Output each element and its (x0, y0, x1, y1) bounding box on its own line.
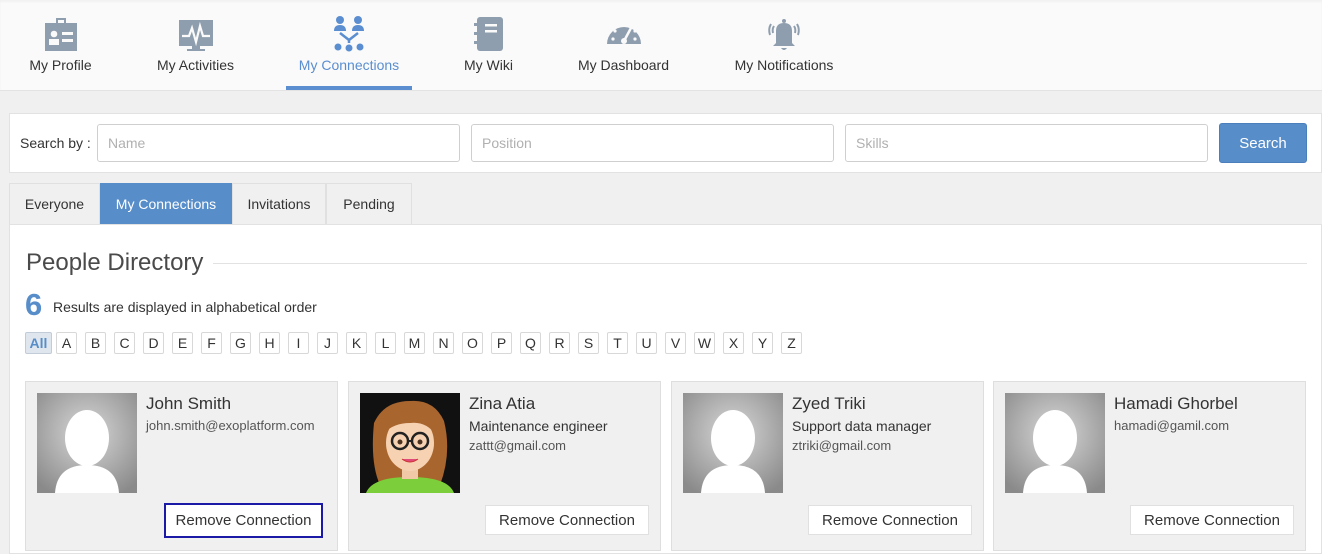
letter-filter-i[interactable]: I (288, 332, 309, 354)
bell-icon (768, 19, 800, 50)
remove-connection-button[interactable]: Remove Connection (808, 505, 972, 535)
person-email: john.smith@exoplatform.com (146, 418, 315, 433)
dashboard-gauge-icon (606, 23, 641, 44)
letter-filter-b[interactable]: B (85, 332, 106, 354)
person-card: Zyed Triki Support data manager ztriki@g… (671, 381, 984, 551)
default-avatar (37, 393, 137, 493)
letter-filter-a[interactable]: A (56, 332, 77, 354)
letter-filter-y[interactable]: Y (752, 332, 773, 354)
cartoon-woman-avatar (360, 393, 460, 493)
person-name[interactable]: Zina Atia (469, 394, 535, 414)
letter-filter-g[interactable]: G (230, 332, 251, 354)
activity-icon (178, 20, 213, 51)
title-divider (213, 263, 1307, 264)
letter-filter-e[interactable]: E (172, 332, 193, 354)
tab-my-connections[interactable]: My Connections (100, 183, 232, 224)
letter-filter-x[interactable]: X (723, 332, 744, 354)
search-by-label: Search by : (20, 135, 91, 151)
search-button[interactable]: Search (1219, 123, 1307, 163)
result-order-text: Results are displayed in alphabetical or… (53, 299, 317, 315)
nav-label: My Dashboard (577, 57, 670, 73)
letter-filter-all[interactable]: All (25, 332, 52, 354)
nav-label: My Activities (156, 57, 234, 73)
person-email: ztriki@gmail.com (792, 438, 892, 453)
letter-filter-k[interactable]: K (346, 332, 367, 354)
tab-everyone[interactable]: Everyone (9, 183, 100, 224)
top-navigation: My Profile My Activities My Connections (0, 0, 1322, 91)
letter-filter-s[interactable]: S (578, 332, 599, 354)
name-search-input[interactable] (97, 124, 460, 162)
remove-connection-button[interactable]: Remove Connection (164, 503, 323, 538)
nav-label: My Wiki (464, 57, 513, 73)
letter-filter-o[interactable]: O (462, 332, 483, 354)
letter-filter-z[interactable]: Z (781, 332, 802, 354)
nav-label: My Connections (298, 57, 400, 73)
letter-filter-v[interactable]: V (665, 332, 686, 354)
nav-my-dashboard[interactable]: My Dashboard (565, 0, 682, 90)
letter-filter-j[interactable]: J (317, 332, 338, 354)
remove-connection-button[interactable]: Remove Connection (1130, 505, 1294, 535)
nav-my-notifications[interactable]: My Notifications (723, 0, 845, 90)
letter-filter-l[interactable]: L (375, 332, 396, 354)
search-bar: Search by : Search (9, 113, 1322, 173)
letter-filter-f[interactable]: F (201, 332, 222, 354)
letter-filter-d[interactable]: D (143, 332, 164, 354)
letter-filter-n[interactable]: N (433, 332, 454, 354)
letter-filter-m[interactable]: M (404, 332, 425, 354)
profile-card-icon (44, 18, 77, 51)
wiki-notebook-icon (473, 17, 503, 51)
person-email: zattt@gmail.com (469, 438, 566, 453)
person-name[interactable]: Zyed Triki (792, 394, 866, 414)
person-card: Zina Atia Maintenance engineer zattt@gma… (348, 381, 661, 551)
person-name[interactable]: Hamadi Ghorbel (1114, 394, 1238, 414)
default-avatar (683, 393, 783, 493)
person-card: John Smith john.smith@exoplatform.com Re… (25, 381, 338, 551)
letter-filter-q[interactable]: Q (520, 332, 541, 354)
nav-label: My Notifications (734, 57, 834, 73)
letter-filter-p[interactable]: P (491, 332, 512, 354)
result-count: 6 (25, 287, 43, 322)
letter-filter-c[interactable]: C (114, 332, 135, 354)
nav-my-connections[interactable]: My Connections (286, 0, 412, 90)
person-card: Hamadi Ghorbel hamadi@gamil.com Remove C… (993, 381, 1306, 551)
person-name[interactable]: John Smith (146, 394, 231, 414)
nav-my-profile[interactable]: My Profile (0, 0, 121, 90)
letter-filter-h[interactable]: H (259, 332, 280, 354)
nav-my-wiki[interactable]: My Wiki (446, 0, 531, 90)
default-avatar (1005, 393, 1105, 493)
people-directory-panel: People Directory 6 Results are displayed… (9, 224, 1322, 554)
tab-pending[interactable]: Pending (326, 183, 412, 224)
nav-label: My Profile (29, 57, 92, 73)
letter-filter-t[interactable]: T (607, 332, 628, 354)
person-email: hamadi@gamil.com (1114, 418, 1230, 433)
person-position: Support data manager (792, 418, 932, 434)
tab-invitations[interactable]: Invitations (232, 183, 326, 224)
letter-filter-r[interactable]: R (549, 332, 570, 354)
skills-search-input[interactable] (845, 124, 1208, 162)
person-position: Maintenance engineer (469, 418, 608, 434)
nav-my-activities[interactable]: My Activities (138, 0, 253, 90)
position-search-input[interactable] (471, 124, 834, 162)
directory-tabs: Everyone My Connections Invitations Pend… (9, 183, 1322, 224)
letter-filter-u[interactable]: U (636, 332, 657, 354)
connections-icon (334, 16, 364, 52)
remove-connection-button[interactable]: Remove Connection (485, 505, 649, 535)
page-title: People Directory (26, 249, 204, 276)
letter-filter-w[interactable]: W (694, 332, 715, 354)
